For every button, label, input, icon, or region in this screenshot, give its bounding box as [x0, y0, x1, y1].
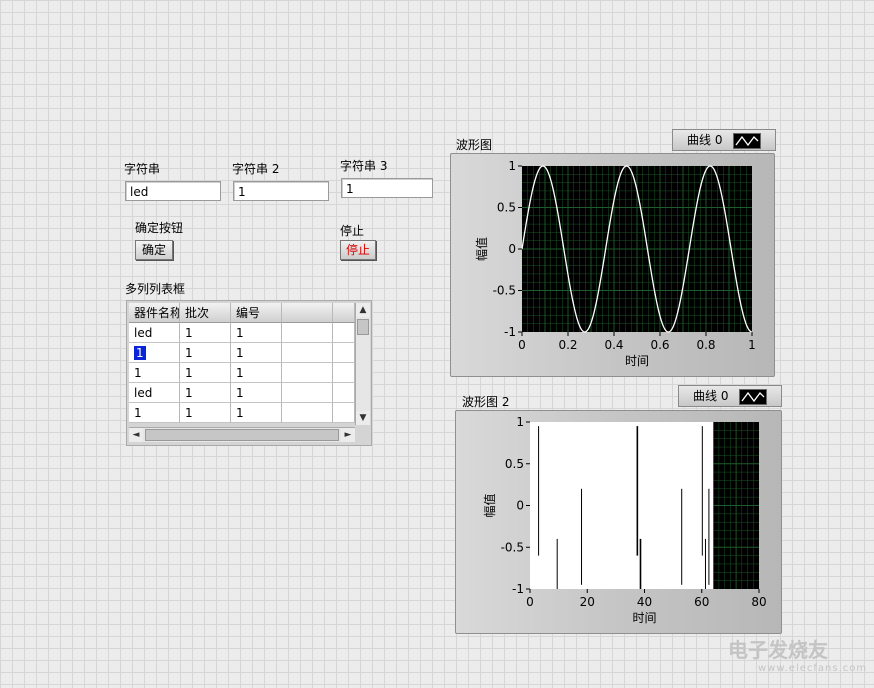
- selected-cell-text[interactable]: 1: [134, 346, 146, 360]
- y-tick-label: -1: [512, 582, 524, 596]
- graph-1-legend[interactable]: 曲线 0: [672, 129, 776, 151]
- x-tick-label: 80: [751, 595, 766, 609]
- x-tick-label: 40: [637, 595, 652, 609]
- string-3-label: 字符串 3: [340, 159, 388, 173]
- x-tick-label: 0.4: [604, 338, 623, 352]
- string-1-label: 字符串: [124, 162, 161, 176]
- y-tick-label: 0.5: [497, 201, 516, 215]
- x-tick-label: 0: [518, 338, 526, 352]
- listbox-cell[interactable]: 1: [231, 403, 282, 423]
- listbox-header-cell[interactable]: 批次: [180, 303, 231, 323]
- graph-2-svg[interactable]: 0 20 40 60 80 1 0.5 0 -0.5 -1 时间 幅值: [456, 411, 783, 635]
- listbox-cell[interactable]: [282, 403, 333, 423]
- y-tick-label: 0.5: [505, 457, 524, 471]
- multicolumn-listbox[interactable]: 器件名称 批次 编号 led 1 1 1 1 1 1 1 1 led 1 1 1…: [126, 300, 372, 446]
- x-tick-label: 20: [580, 595, 595, 609]
- x-tick-label: 0.2: [558, 338, 577, 352]
- listbox-horizontal-scrollbar[interactable]: ◄ ►: [129, 427, 355, 442]
- x-tick-label: 0: [526, 595, 534, 609]
- listbox-header-cell[interactable]: 器件名称: [129, 303, 180, 323]
- graph-2-label: 波形图 2: [462, 395, 510, 409]
- listbox-label: 多列列表框: [125, 282, 186, 296]
- listbox-header-cell[interactable]: 编号: [231, 303, 282, 323]
- listbox-cell[interactable]: 1: [231, 383, 282, 403]
- listbox-cell[interactable]: [282, 343, 333, 363]
- watermark-url: www.elecfans.com: [758, 663, 868, 674]
- x-tick-label: 60: [694, 595, 709, 609]
- x-axis-label: 时间: [632, 611, 656, 625]
- listbox-cell[interactable]: 1: [180, 343, 231, 363]
- graph-1-panel: 0 0.2 0.4 0.6 0.8 1 1 0.5 0 -0.5 -1 时间 幅值: [450, 153, 775, 377]
- scroll-right-icon[interactable]: ►: [341, 428, 355, 442]
- y-tick-label: -0.5: [493, 284, 516, 298]
- horizontal-scroll-thumb[interactable]: [145, 429, 339, 441]
- x-axis-label: 时间: [625, 354, 649, 368]
- y-tick-label: 0: [508, 242, 516, 256]
- listbox-cell[interactable]: [282, 323, 333, 343]
- listbox-header-cell[interactable]: [333, 303, 355, 323]
- listbox-cell[interactable]: [333, 403, 355, 423]
- listbox-cell[interactable]: [282, 363, 333, 383]
- listbox-cell[interactable]: 1: [231, 343, 282, 363]
- listbox-cell[interactable]: 1: [129, 363, 180, 383]
- listbox-cell[interactable]: led: [129, 383, 180, 403]
- graph-2-legend-name: 曲线 0: [693, 389, 729, 403]
- listbox-cell[interactable]: 1: [180, 363, 231, 383]
- y-tick-label: -0.5: [501, 540, 524, 554]
- listbox-row[interactable]: led 1 1: [129, 383, 355, 403]
- listbox-vertical-scrollbar[interactable]: ▲ ▼: [355, 303, 370, 425]
- line-style-icon: [733, 133, 761, 149]
- listbox-row[interactable]: 1 1 1: [129, 403, 355, 423]
- graph-1-label: 波形图: [456, 138, 493, 152]
- y-tick-label: 0: [516, 499, 524, 513]
- graph-1-svg[interactable]: 0 0.2 0.4 0.6 0.8 1 1 0.5 0 -0.5 -1 时间 幅值: [451, 154, 776, 378]
- y-axis-label: 幅值: [474, 237, 489, 261]
- listbox-cell[interactable]: [333, 323, 355, 343]
- listbox-cell[interactable]: 1: [231, 323, 282, 343]
- y-tick-label: 1: [508, 159, 516, 173]
- scroll-down-icon[interactable]: ▼: [356, 411, 370, 425]
- x-tick-label: 1: [748, 338, 756, 352]
- stop-button-label: 停止: [340, 224, 365, 238]
- string-3-field[interactable]: 1: [341, 178, 433, 198]
- listbox-row[interactable]: led 1 1: [129, 323, 355, 343]
- stop-button[interactable]: 停止: [340, 240, 376, 260]
- confirm-button-label: 确定按钮: [135, 221, 184, 235]
- y-tick-label: -1: [504, 325, 516, 339]
- listbox-cell-selected[interactable]: 1: [129, 343, 180, 363]
- watermark-logo: 电子发烧友 www.elecfans.com: [728, 634, 867, 674]
- graph-2-panel: 0 20 40 60 80 1 0.5 0 -0.5 -1 时间 幅值: [455, 410, 782, 634]
- listbox-cell[interactable]: led: [129, 323, 180, 343]
- listbox-cell[interactable]: [333, 363, 355, 383]
- listbox-row[interactable]: 1 1 1: [129, 343, 355, 363]
- listbox-cell[interactable]: 1: [129, 403, 180, 423]
- listbox-header-row: 器件名称 批次 编号: [129, 303, 355, 323]
- x-tick-label: 0.6: [650, 338, 669, 352]
- listbox-header-cell[interactable]: [282, 303, 333, 323]
- listbox-cell[interactable]: [333, 383, 355, 403]
- string-2-field[interactable]: 1: [233, 181, 329, 201]
- confirm-button[interactable]: 确定: [135, 240, 173, 260]
- string-1-field[interactable]: led: [125, 181, 221, 201]
- x-tick-label: 0.8: [696, 338, 715, 352]
- y-tick-label: 1: [516, 415, 524, 429]
- y-axis-label: 幅值: [482, 493, 497, 517]
- listbox-cell[interactable]: 1: [180, 383, 231, 403]
- vertical-scroll-thumb[interactable]: [357, 319, 369, 335]
- line-style-icon: [739, 389, 767, 405]
- watermark-title: 电子发烧友: [728, 638, 828, 662]
- graph-2-legend[interactable]: 曲线 0: [678, 385, 782, 407]
- scroll-up-icon[interactable]: ▲: [356, 303, 370, 317]
- listbox-row[interactable]: 1 1 1: [129, 363, 355, 383]
- listbox-cell[interactable]: [333, 343, 355, 363]
- graph-1-legend-name: 曲线 0: [687, 133, 723, 147]
- listbox-cell[interactable]: [282, 383, 333, 403]
- scroll-left-icon[interactable]: ◄: [129, 428, 143, 442]
- listbox-cell[interactable]: 1: [180, 323, 231, 343]
- listbox-cell[interactable]: 1: [180, 403, 231, 423]
- string-2-label: 字符串 2: [232, 162, 280, 176]
- listbox-cell[interactable]: 1: [231, 363, 282, 383]
